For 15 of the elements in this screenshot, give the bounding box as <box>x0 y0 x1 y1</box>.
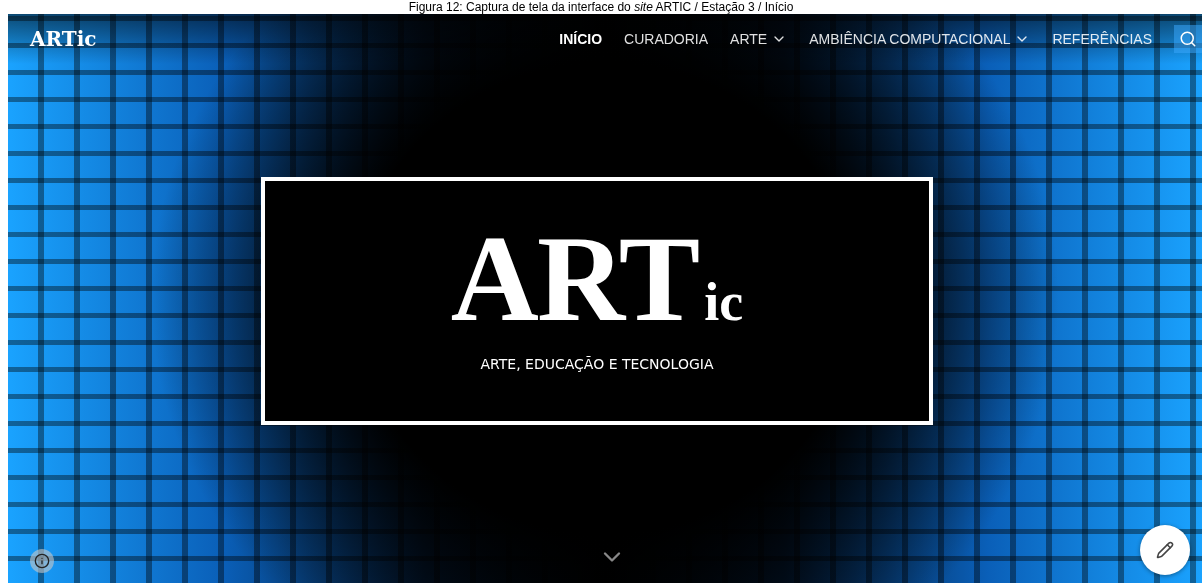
site-logo[interactable]: ARTic <box>30 27 97 51</box>
nav-link[interactable]: ARTE <box>730 31 788 47</box>
info-button[interactable] <box>30 549 54 573</box>
nav-link[interactable]: CURADORIA <box>624 31 709 47</box>
hero-title: ARTic <box>450 224 744 334</box>
info-icon <box>34 553 50 569</box>
figure-caption: Figura 12: Captura de tela da interface do site ARTIC / Estação 3 / Início <box>408 0 794 14</box>
edit-button[interactable] <box>1140 525 1190 575</box>
search-icon <box>1179 30 1197 48</box>
nav-link[interactable]: REFERÊNCIAS <box>1052 31 1152 47</box>
search-button[interactable] <box>1174 25 1202 53</box>
nav-link[interactable]: AMBIÊNCIA COMPUTACIONAL <box>809 31 1031 47</box>
nav-link[interactable]: INÍCIO <box>559 31 603 47</box>
pencil-icon <box>1156 541 1174 559</box>
hero-subtitle: ARTE, EDUCAÇÃO E TECNOLOGIA <box>480 356 714 372</box>
